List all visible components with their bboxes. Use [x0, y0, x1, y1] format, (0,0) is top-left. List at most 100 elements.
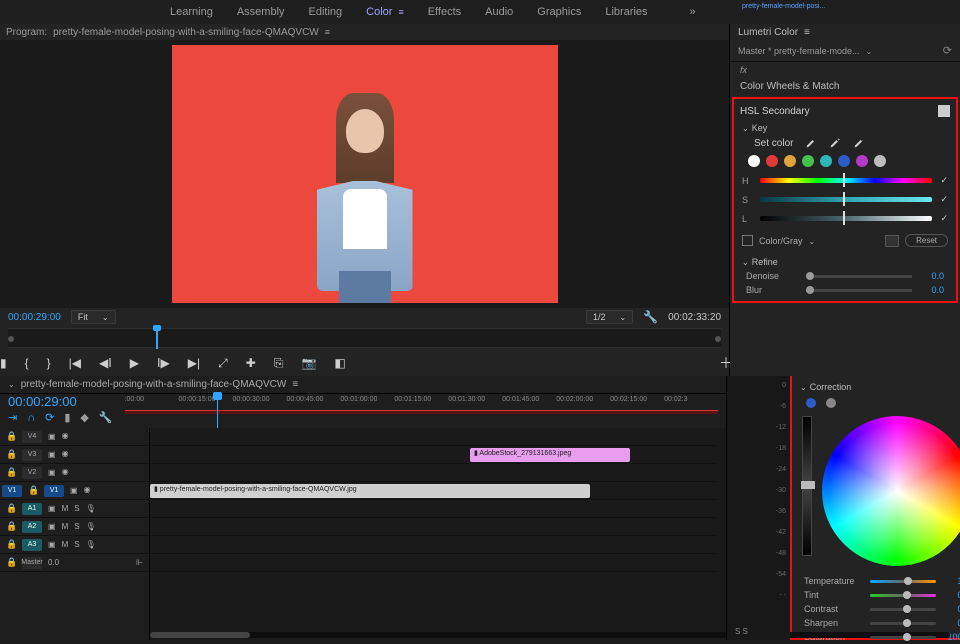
scrub-end-icon[interactable] — [715, 336, 721, 342]
track-a1[interactable]: A1 — [22, 503, 42, 515]
mic-icon[interactable]: 🎙 — [86, 522, 96, 531]
go-to-in-icon[interactable]: |◀ — [69, 356, 81, 370]
mute-icon[interactable]: M — [62, 504, 69, 513]
denoise-value[interactable]: 0.0 — [912, 271, 944, 281]
swatch-green[interactable] — [802, 155, 814, 167]
swatch-cyan[interactable] — [820, 155, 832, 167]
track-a2[interactable]: A2 — [22, 521, 42, 533]
lumetri-master-label[interactable]: Master * pretty-female-mode... — [738, 46, 872, 56]
mark-in-icon[interactable]: { — [25, 356, 29, 370]
track-toggle-icon[interactable]: ▣ — [70, 486, 78, 495]
track-toggle-icon[interactable]: ▣ — [48, 522, 56, 531]
source-v1[interactable]: V1 — [2, 485, 22, 497]
resolution-dropdown[interactable]: 1/2 — [586, 310, 633, 324]
expand-icon[interactable]: ⊩ — [136, 558, 143, 567]
sat-range-slider[interactable] — [760, 197, 932, 202]
contrast-value[interactable]: 0.0 — [936, 604, 960, 614]
sharpen-slider[interactable] — [870, 622, 936, 625]
clip-pink[interactable]: ▮ AdobeStock_279131663.jpeg — [470, 448, 630, 462]
colorgray-label[interactable]: Color/Gray — [759, 236, 879, 246]
scrollbar-thumb[interactable] — [150, 632, 250, 638]
lift-icon[interactable]: ⤢ — [218, 356, 228, 371]
lock-icon[interactable]: 🔒 — [6, 521, 16, 532]
sat-check-icon[interactable]: ✓ — [940, 194, 948, 205]
sequence-tab-menu-icon[interactable] — [292, 379, 298, 390]
refresh-icon[interactable]: ⟳ — [943, 44, 952, 57]
clip-gray[interactable]: ▮ pretty-female-model-posing-with-a-smil… — [150, 484, 590, 498]
lumetri-menu-icon[interactable] — [804, 27, 810, 38]
saturation-slider[interactable] — [870, 636, 936, 639]
play-icon[interactable]: ▶ — [130, 356, 139, 370]
colorgray-checkbox[interactable] — [742, 235, 753, 246]
snap-icon[interactable]: ⇥ — [8, 411, 17, 424]
timeline-ruler[interactable]: :00:00 00:00:15:00 00:00:30:00 00:00:45:… — [125, 394, 718, 428]
lumetri-clip-label[interactable]: pretty-female-model-posi... — [738, 2, 829, 16]
track-master[interactable]: Master — [22, 557, 42, 569]
export-frame-icon[interactable]: ⎘ — [274, 356, 284, 371]
camera-icon[interactable]: 📷 — [301, 356, 316, 370]
correction-mode-sliders[interactable] — [826, 398, 836, 408]
track-toggle-icon[interactable]: ▣ — [48, 540, 56, 549]
luma-slider[interactable] — [802, 416, 812, 556]
track-v3[interactable]: V3 — [22, 449, 42, 461]
compare-view-icon[interactable]: ◧ — [334, 356, 345, 370]
tab-color[interactable]: Color — [366, 6, 404, 18]
lum-check-icon[interactable]: ✓ — [940, 213, 948, 224]
marker-icon[interactable]: ◆ — [80, 411, 88, 424]
insert-icon[interactable]: ▮ — [64, 411, 70, 424]
hue-range-slider[interactable] — [760, 178, 932, 183]
solo-icon[interactable]: S — [74, 540, 79, 549]
lock-icon[interactable]: 🔒 — [28, 485, 38, 496]
panel-menu-icon[interactable] — [325, 27, 330, 37]
eye-icon[interactable]: ◉ — [62, 431, 74, 443]
tab-graphics[interactable]: Graphics — [537, 6, 581, 18]
blur-value[interactable]: 0.0 — [912, 285, 944, 295]
swatch-red[interactable] — [766, 155, 778, 167]
more-workspaces-icon[interactable]: » — [690, 6, 696, 18]
eye-icon[interactable]: ◉ — [62, 467, 74, 479]
track-v2[interactable]: V2 — [22, 467, 42, 479]
swatch-gray[interactable] — [874, 155, 886, 167]
contrast-slider[interactable] — [870, 608, 936, 611]
tab-assembly[interactable]: Assembly — [237, 6, 285, 18]
eyedropper-icon[interactable] — [805, 137, 817, 149]
eyedropper-minus-icon[interactable]: - — [853, 137, 865, 149]
mute-icon[interactable]: M — [62, 522, 69, 531]
hue-check-icon[interactable]: ✓ — [940, 175, 948, 186]
eye-icon[interactable]: ◉ — [84, 485, 96, 497]
hsl-secondary-title[interactable]: HSL Secondary — [740, 106, 810, 117]
track-v4[interactable]: V4 — [22, 431, 42, 443]
step-back-icon[interactable]: ◀Ⅰ — [99, 356, 112, 370]
temperature-slider[interactable] — [870, 580, 936, 583]
track-toggle-icon[interactable]: ▣ — [48, 504, 56, 513]
program-scrubber[interactable] — [8, 328, 721, 348]
lock-icon[interactable]: 🔒 — [6, 557, 16, 568]
color-wheel[interactable]: + — [822, 416, 960, 566]
invert-mask-icon[interactable] — [885, 235, 899, 247]
correction-label[interactable]: Correction — [810, 382, 852, 392]
swatch-blue[interactable] — [838, 155, 850, 167]
blur-slider[interactable] — [806, 289, 912, 292]
tab-editing[interactable]: Editing — [309, 6, 343, 18]
tab-effects[interactable]: Effects — [428, 6, 461, 18]
lock-icon[interactable]: 🔒 — [6, 503, 16, 514]
program-monitor-view[interactable] — [0, 40, 729, 308]
zoom-fit-dropdown[interactable]: Fit — [71, 310, 116, 324]
scrub-start-icon[interactable] — [8, 336, 14, 342]
lock-icon[interactable]: 🔒 — [6, 539, 16, 550]
tab-audio[interactable]: Audio — [485, 6, 513, 18]
swatch-orange[interactable] — [784, 155, 796, 167]
eye-icon[interactable]: ◉ — [62, 449, 74, 461]
step-forward-icon[interactable]: Ⅰ▶ — [157, 356, 170, 370]
add-marker-icon[interactable]: ▮ — [0, 356, 7, 370]
timeline-zoom-scrollbar[interactable] — [150, 632, 950, 638]
track-toggle-icon[interactable]: ▣ — [48, 468, 56, 477]
settings-icon[interactable]: 🔧 — [99, 411, 113, 424]
settings-wrench-icon[interactable]: 🔧 — [643, 310, 658, 324]
hsl-enable-checkbox[interactable] — [938, 105, 950, 117]
lock-icon[interactable]: 🔒 — [6, 431, 16, 442]
sequence-tab-name[interactable]: pretty-female-model-posing-with-a-smilin… — [21, 379, 287, 390]
tab-learning[interactable]: Learning — [170, 6, 213, 18]
denoise-slider[interactable] — [806, 275, 912, 278]
correction-mode-wheel[interactable] — [806, 398, 816, 408]
